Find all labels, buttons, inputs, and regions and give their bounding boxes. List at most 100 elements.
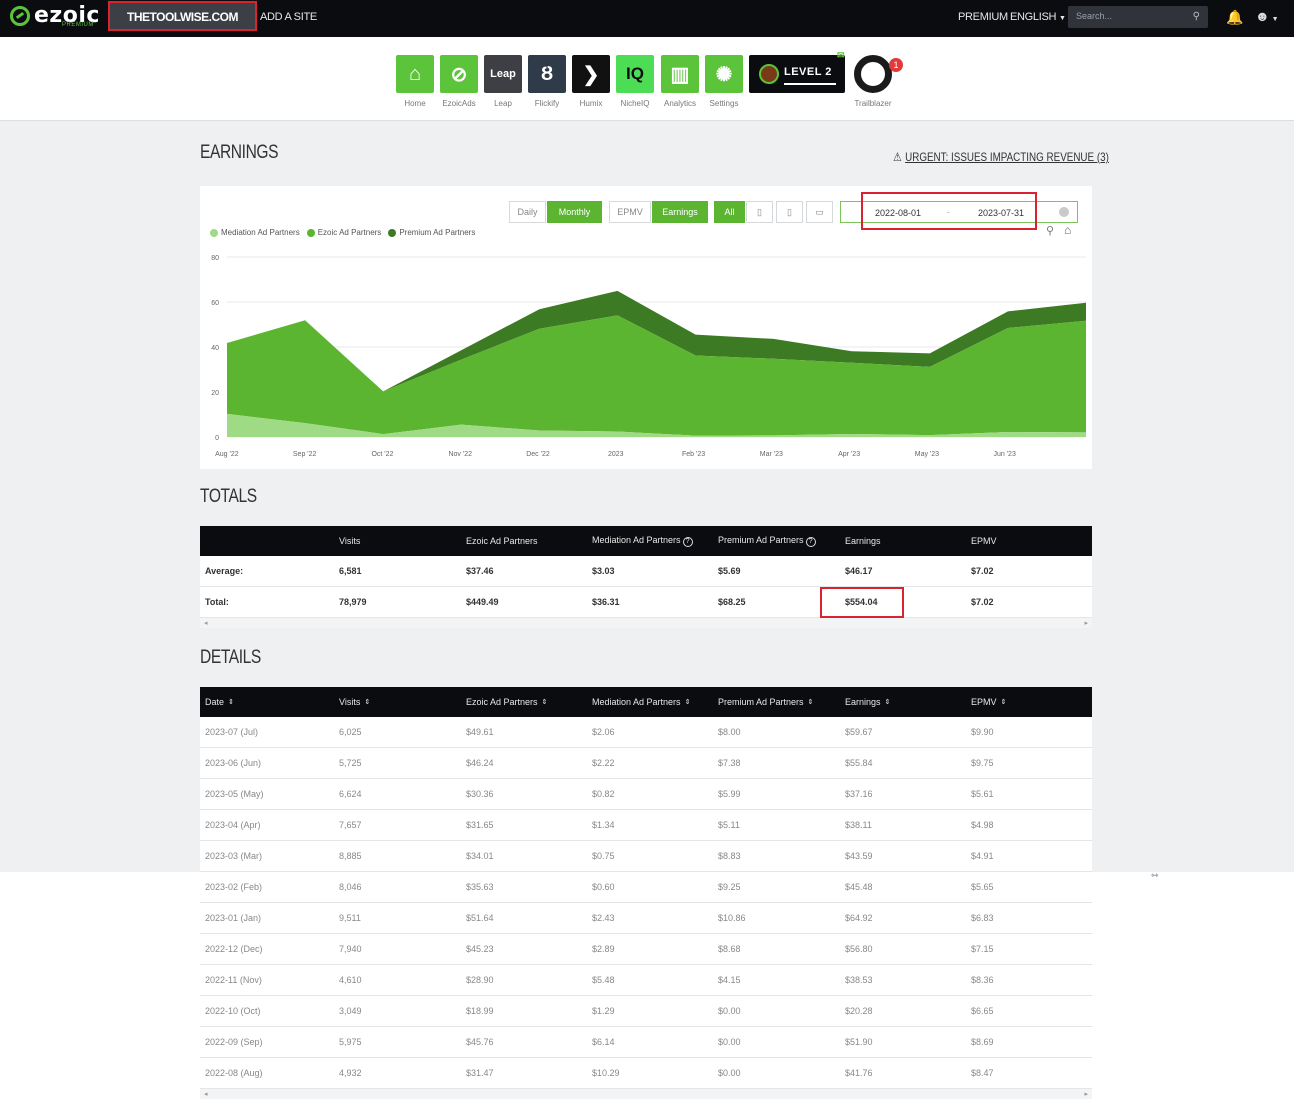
table-row: 2023-05 (May) 6,624 $30.36 $0.82 $5.99 $37.16… — [200, 779, 1092, 810]
table-cell: 2022-09 (Sep) — [205, 1037, 263, 1047]
table-cell: 2023-02 (Feb) — [205, 882, 263, 892]
search-icon[interactable]: ⚲ — [1193, 11, 1200, 22]
level-badge[interactable]: LEVEL 2 ✉ — [749, 50, 845, 93]
column-header-label: EPMV — [971, 536, 997, 546]
scroll-left-icon[interactable]: ◂ — [204, 619, 208, 627]
mobile-device-icon[interactable]: ▯ — [746, 201, 773, 223]
table-header: Visits Ezoic Ad Partners Mediation Ad Part… — [200, 526, 1092, 556]
tablet-device-icon[interactable]: ▯ — [776, 201, 803, 223]
legend-swatch — [210, 228, 218, 237]
sort-icon[interactable]: ⇕ — [685, 699, 691, 706]
column-header-label: Visits — [339, 536, 361, 546]
app-label: Settings — [709, 99, 739, 108]
sort-icon[interactable]: ⇕ — [228, 699, 234, 706]
column-header[interactable]: Earnings ⇕ — [845, 697, 890, 707]
x-tick-label: May '23 — [915, 451, 939, 458]
column-header: Earnings — [845, 536, 881, 546]
table-cell: $8.68 — [718, 944, 741, 954]
column-header: Ezoic Ad Partners — [466, 536, 538, 546]
app-flickify[interactable]: Ȣ Flickify — [528, 55, 566, 108]
premium-link[interactable]: PREMIUM — [958, 11, 1008, 23]
user-icon[interactable]: ☻ ▼ — [1255, 8, 1279, 24]
table-cell: 5,975 — [339, 1037, 362, 1047]
table-cell: $9.75 — [971, 758, 994, 768]
column-header[interactable]: Premium Ad Partners ⇕ — [718, 697, 813, 707]
legend-label: Mediation Ad Partners — [221, 228, 300, 237]
table-row: 2023-01 (Jan) 9,511 $51.64 $2.43 $10.86 $64.9… — [200, 903, 1092, 934]
help-icon[interactable]: ? — [805, 537, 816, 547]
table-row: 2022-09 (Sep) 5,975 $45.76 $6.14 $0.00 $51.90… — [200, 1027, 1092, 1058]
scroll-left-icon[interactable]: ◂ — [204, 1090, 208, 1098]
column-header[interactable]: Mediation Ad Partners ⇕ — [592, 697, 690, 707]
legend-item[interactable]: Ezoic Ad Partners — [306, 228, 382, 237]
urgent-issues-link[interactable]: ⚠ URGENT: ISSUES IMPACTING REVENUE (3) — [893, 150, 1109, 164]
help-icon[interactable]: ? — [682, 537, 693, 547]
table-cell: $2.22 — [592, 758, 615, 768]
table-cell: $31.47 — [466, 1068, 494, 1078]
table-cell: $8.00 — [718, 727, 741, 737]
sort-icon[interactable]: ⇕ — [364, 699, 370, 706]
legend-item[interactable]: Premium Ad Partners — [388, 228, 475, 237]
app-ezoicads[interactable]: ⊘ EzoicAds — [440, 55, 478, 108]
table-cell: $4.98 — [971, 820, 994, 830]
column-header-label: EPMV — [971, 697, 997, 707]
table-header: Date ⇕ Visits ⇕ Ezoic Ad Partners ⇕ Mediation … — [200, 687, 1092, 717]
app-humix[interactable]: ❯ Humix — [572, 55, 610, 108]
table-cell: $5.99 — [718, 789, 741, 799]
app-leap[interactable]: Leap Leap — [484, 55, 522, 108]
column-header-label: Premium Ad Partners — [718, 535, 804, 545]
table-cell: 3,049 — [339, 1006, 362, 1016]
scroll-right-icon[interactable]: ▸ — [1084, 619, 1088, 627]
epmv-toggle[interactable]: EPMV — [609, 201, 651, 223]
sort-icon[interactable]: ⇕ — [808, 699, 814, 706]
zoom-icon[interactable]: ⚲ — [1046, 224, 1054, 237]
column-header[interactable]: Ezoic Ad Partners ⇕ — [466, 697, 547, 707]
scroll-right-icon[interactable]: ▸ — [1084, 1090, 1088, 1098]
earnings-toggle[interactable]: Earnings — [652, 201, 708, 223]
app-analytics[interactable]: ▥ Analytics — [661, 55, 699, 108]
column-header[interactable]: Visits ⇕ — [339, 697, 370, 707]
trailblazer-button[interactable]: 1 Trailblazer — [853, 55, 903, 108]
legend-label: Ezoic Ad Partners — [317, 228, 382, 237]
ezoic-logo-icon — [10, 5, 30, 26]
table-cell: 6,025 — [339, 727, 362, 737]
table-cell: $64.92 — [845, 913, 873, 923]
app-settings[interactable]: ✺ Settings — [705, 55, 743, 108]
device-all-toggle[interactable]: All — [714, 201, 745, 223]
reset-zoom-home-icon[interactable]: ⌂ — [1064, 223, 1071, 237]
sort-icon[interactable]: ⇕ — [885, 699, 891, 706]
horizontal-scrollbar[interactable]: ◂ ▸ — [200, 618, 1092, 628]
sort-icon[interactable]: ⇕ — [1001, 699, 1007, 706]
y-tick-label: 80 — [211, 255, 219, 262]
column-header[interactable]: Date ⇕ — [205, 697, 234, 707]
sort-icon[interactable]: ⇕ — [542, 699, 548, 706]
add-site-link[interactable]: ADD A SITE — [260, 11, 317, 23]
table-cell: $5.11 — [718, 820, 740, 830]
monthly-toggle[interactable]: Monthly — [547, 201, 602, 223]
table-cell: $3.03 — [592, 566, 615, 576]
table-cell: $8.36 — [971, 975, 994, 985]
bell-icon[interactable]: 🔔 — [1226, 9, 1243, 26]
column-header[interactable]: EPMV ⇕ — [971, 697, 1006, 707]
table-cell: $0.75 — [592, 851, 615, 861]
app-home[interactable]: ⌂ Home — [396, 55, 434, 108]
language-dropdown[interactable]: ENGLISH ▼ — [1010, 11, 1066, 23]
table-cell: $0.60 — [592, 882, 615, 892]
search-input[interactable]: Search... ⚲ — [1068, 6, 1208, 28]
table-row: 2023-03 (Mar) 8,885 $34.01 $0.75 $8.83 $43.59… — [200, 841, 1092, 872]
table-cell: $4.15 — [718, 975, 741, 985]
clear-date-icon[interactable] — [1059, 207, 1069, 217]
table-cell: 7,657 — [339, 820, 362, 830]
table-cell: 2023-01 (Jan) — [205, 913, 262, 923]
desktop-device-icon[interactable]: ▭ — [806, 201, 833, 223]
column-header-label: Mediation Ad Partners — [592, 535, 681, 545]
x-tick-label: Mar '23 — [760, 451, 783, 458]
table-cell: $68.25 — [718, 597, 746, 607]
daily-toggle[interactable]: Daily — [509, 201, 546, 223]
x-tick-label: 2023 — [608, 451, 624, 458]
table-row: 2022-10 (Oct) 3,049 $18.99 $1.29 $0.00 $20.28… — [200, 996, 1092, 1027]
app-nicheiq[interactable]: IQ NicheIQ — [616, 55, 654, 108]
legend-item[interactable]: Mediation Ad Partners — [210, 228, 300, 237]
table-cell: 2023-06 (Jun) — [205, 758, 262, 768]
horizontal-scrollbar[interactable]: ◂ ▸ — [200, 1089, 1092, 1099]
